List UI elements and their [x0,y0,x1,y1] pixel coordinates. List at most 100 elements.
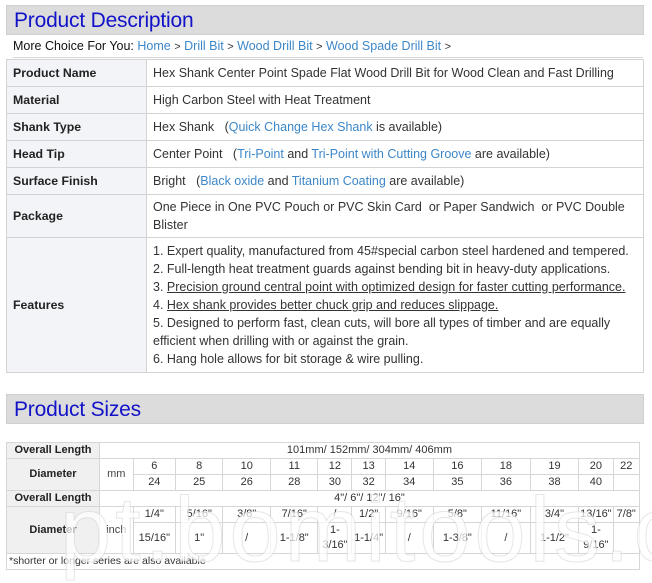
size-cell: 22 [612,458,640,475]
feature-item: 2. Full-length heat treatment guards aga… [153,260,637,278]
table-row: Features 1. Expert quality, manufactured… [6,237,644,373]
overall-length-value: 4"/ 6"/ 12"/ 16" [98,490,641,507]
breadcrumb-link-wood-spade-drill-bit[interactable]: Wood Spade Drill Bit [326,39,441,53]
size-cell: 15/16" [132,522,176,554]
feature-text: Hang hole allows for bit storage & wire … [166,352,424,366]
size-cell: 14 [385,458,434,475]
size-cell: / [481,522,531,554]
feature-number: 5. [153,316,167,330]
feature-number: 3. [153,280,167,294]
feature-item: 4. Hex shank provides better chuck grip … [153,296,637,314]
row-label: Material [6,86,147,114]
feature-text: Hex shank provides better chuck grip and… [166,298,499,312]
breadcrumb-separator: > [174,41,181,53]
size-cell: 24 [132,474,176,491]
table-row: Shank Type Hex Shank (Quick Change Hex S… [6,113,644,141]
value-text: Bright ( [153,174,201,188]
link-titanium-coating[interactable]: Titanium Coating [292,174,386,188]
product-sizes-header: Product Sizes [6,394,644,424]
value-text: Hex Shank ( [153,120,229,134]
link-black-oxide[interactable]: Black oxide [200,174,264,188]
feature-number: 2. [153,262,167,276]
value-text: and [283,147,312,161]
size-cell: 5/16" [174,506,224,523]
row-value: Hex Shank (Quick Change Hex Shank is ava… [146,113,644,141]
table-row: Surface Finish Bright (Black oxide and T… [6,167,644,195]
size-cell: 1/2" [351,506,387,523]
row-label: Package [6,194,147,238]
table-row: Product Name Hex Shank Center Point Spad… [6,59,644,87]
size-cell: / [317,506,353,523]
size-cell: 1-1/4" [351,522,387,554]
size-cell: / [385,522,434,554]
product-description-title: Product Description [14,9,194,32]
note-row: *shorter or longer series are also avail… [6,553,640,570]
link-quick-change-hex-shank[interactable]: Quick Change Hex Shank [229,120,373,134]
size-cell: 10 [222,458,271,475]
value-text: is available) [372,120,443,134]
breadcrumb: More Choice For You: Home > Drill Bit > … [13,38,643,58]
size-cell: 6 [132,458,176,475]
breadcrumb-lead: More Choice For You: [13,39,134,53]
feature-text: Full-length heat treatment guards agains… [166,262,611,276]
value-text: Center Point ( [153,147,238,161]
row-value: One Piece in One PVC Pouch or PVC Skin C… [146,194,644,238]
product-sizes-table: Overall Length 101mm/ 152mm/ 304mm/ 406m… [6,442,641,570]
breadcrumb-separator: > [444,41,452,53]
feature-text: Expert quality, manufactured from 45#spe… [166,244,629,258]
size-cell: 38 [529,474,580,491]
diameter-label: Diameter [6,458,100,491]
size-cell: 20 [578,458,614,475]
table-row: Material High Carbon Steel with Heat Tre… [6,86,644,114]
row-label: Product Name [6,59,147,87]
breadcrumb-link-drill-bit[interactable]: Drill Bit [184,39,224,53]
size-cell: 36 [481,474,531,491]
size-cell: 11/16" [481,506,531,523]
size-cell: 7/16" [269,506,319,523]
size-cell: 32 [351,474,387,491]
size-cell: 8 [174,458,224,475]
feature-item: 5. Designed to perform fast, clean cuts,… [153,314,637,350]
size-cell: 3/4" [529,506,580,523]
row-label: Features [6,237,147,373]
breadcrumb-link-home[interactable]: Home [137,39,170,53]
row-value: High Carbon Steel with Heat Treatment [146,86,644,114]
product-description-table: Product Name Hex Shank Center Point Spad… [6,59,644,373]
size-cell: 34 [385,474,434,491]
feature-number: 1. [153,244,167,258]
table-row: Head Tip Center Point (Tri-Point and Tri… [6,140,644,168]
table-row: Package One Piece in One PVC Pouch or PV… [6,194,644,238]
size-cell: / [222,522,271,554]
row-value: Center Point (Tri-Point and Tri-Point wi… [146,140,644,168]
size-cell: 1" [174,522,224,554]
link-tri-point[interactable]: Tri-Point [237,147,284,161]
feature-number: 6. [153,352,167,366]
size-cell: 1-3/16" [317,522,353,554]
breadcrumb-separator: > [316,41,323,53]
size-cell: 26 [222,474,271,491]
link-tri-point-cutting-groove[interactable]: Tri-Point with Cutting Groove [311,147,471,161]
size-cell: 1/4" [132,506,176,523]
size-cell: 5/8" [432,506,483,523]
size-cell: 1-3/8" [432,522,483,554]
breadcrumb-link-wood-drill-bit[interactable]: Wood Drill Bit [237,39,312,53]
size-cell: 1-1/2" [529,522,580,554]
row-label: Surface Finish [6,167,147,195]
size-cell: 7/8" [612,506,640,523]
size-cell: 30 [317,474,353,491]
size-cell: 3/8" [222,506,271,523]
size-cell [612,474,640,491]
overall-length-value: 101mm/ 152mm/ 304mm/ 406mm [98,442,641,459]
product-description-header: Product Description [6,5,644,35]
size-cell: 35 [432,474,483,491]
imperial-diameter-row-1: Diameter inch 1/4" 5/16" 3/8" 7/16" / 1/… [6,506,640,554]
size-cell: 18 [481,458,531,475]
size-cell: 13 [351,458,387,475]
feature-item: 1. Expert quality, manufactured from 45#… [153,242,637,260]
breadcrumb-separator: > [227,41,234,53]
size-cell: 40 [578,474,614,491]
feature-number: 4. [153,298,167,312]
size-cell: 1-9/16" [578,522,614,554]
unit-label: inch [98,506,134,554]
size-cell: 19 [529,458,580,475]
